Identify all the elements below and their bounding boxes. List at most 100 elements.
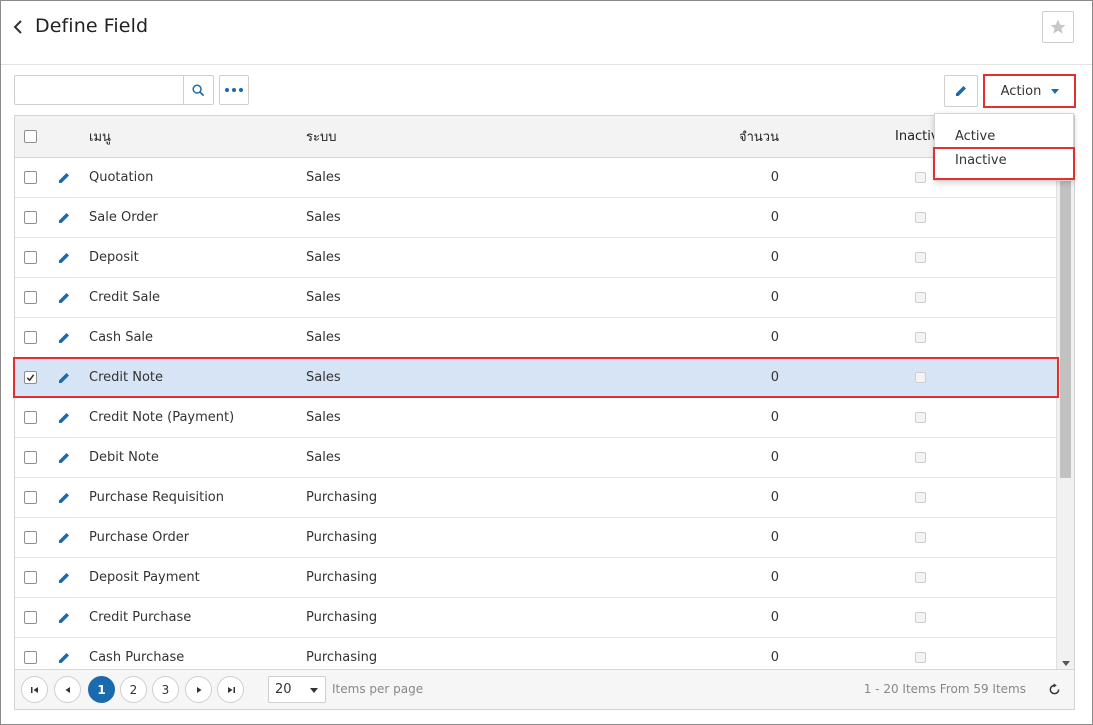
back-button[interactable] [11,17,29,37]
cell-menu: Credit Note (Payment) [89,410,235,425]
table-row[interactable]: Credit Purchase Purchasing 0 [15,598,1056,638]
table-row[interactable]: Quotation Sales 0 [15,158,1056,198]
page-button[interactable]: 3 [152,676,179,703]
table-row[interactable]: Credit Note (Payment) Sales 0 [15,398,1056,438]
row-edit-button[interactable] [57,558,77,597]
cell-quantity: 0 [770,650,779,665]
row-checkbox[interactable] [24,451,37,464]
row-edit-button[interactable] [57,598,77,637]
page-button[interactable]: 1 [88,676,115,703]
table-row[interactable]: Credit Sale Sales 0 [15,278,1056,318]
row-checkbox[interactable] [24,571,37,584]
edit-button[interactable] [944,75,978,107]
row-edit-button[interactable] [57,438,77,477]
row-edit-button[interactable] [57,398,77,437]
table-row[interactable]: Deposit Payment Purchasing 0 [15,558,1056,598]
column-header-menu[interactable]: เมนู [89,126,111,147]
table-row[interactable]: Purchase Order Purchasing 0 [15,518,1056,558]
table-row[interactable]: Credit Note Sales 0 [15,358,1056,398]
row-edit-button[interactable] [57,638,77,670]
inactive-checkbox [914,332,926,343]
column-header-quantity[interactable]: จำนวน [739,126,779,147]
row-checkbox[interactable] [24,371,37,384]
cell-quantity: 0 [770,290,779,305]
scrollbar-thumb[interactable] [1060,172,1071,478]
row-edit-button[interactable] [57,518,77,557]
table-row[interactable]: Cash Purchase Purchasing 0 [15,638,1056,670]
table-row[interactable]: Purchase Requisition Purchasing 0 [15,478,1056,518]
cell-menu: Debit Note [89,450,159,465]
table-row[interactable]: Debit Note Sales 0 [15,438,1056,478]
row-edit-button[interactable] [57,278,77,317]
row-edit-button[interactable] [57,238,77,277]
table-row[interactable]: Cash Sale Sales 0 [15,318,1056,358]
cell-quantity: 0 [770,250,779,265]
more-options-button[interactable] [219,75,249,105]
cell-menu: Deposit [89,250,139,265]
search-input[interactable] [15,76,185,104]
action-dropdown-menu: Active Inactive [934,113,1074,181]
last-page-icon [227,686,235,693]
pencil-icon [59,572,69,583]
row-checkbox[interactable] [24,171,37,184]
page-title: Define Field [35,15,149,37]
row-checkbox[interactable] [24,411,37,424]
row-checkbox[interactable] [24,611,37,624]
table-row[interactable]: Sale Order Sales 0 [15,198,1056,238]
favorite-button[interactable] [1042,11,1074,43]
inactive-checkbox [914,492,926,503]
menu-item-inactive[interactable]: Inactive [935,148,1073,172]
last-page-button[interactable] [217,676,244,703]
inactive-checkbox [914,252,926,263]
row-edit-button[interactable] [57,198,77,237]
cell-quantity: 0 [770,330,779,345]
page-button[interactable]: 2 [120,676,147,703]
row-edit-button[interactable] [57,318,77,357]
pencil-icon [59,612,69,623]
inactive-checkbox [914,172,926,183]
pencil-icon [59,292,69,303]
row-checkbox[interactable] [24,651,37,664]
pencil-icon [59,412,69,423]
action-button[interactable]: Action [986,76,1074,106]
table-row[interactable]: Deposit Sales 0 [15,238,1056,278]
cell-menu: Cash Sale [89,330,154,345]
select-all-checkbox[interactable] [24,130,37,143]
row-checkbox[interactable] [24,251,37,264]
cell-system: Purchasing [306,490,378,505]
column-header-system[interactable]: ระบบ [306,126,336,147]
cell-quantity: 0 [770,370,779,385]
row-edit-button[interactable] [57,478,77,517]
row-edit-button[interactable] [57,158,77,197]
inactive-checkbox [914,372,926,383]
search-button[interactable] [183,76,213,104]
inactive-checkbox [914,572,926,583]
first-page-button[interactable] [21,676,48,703]
pencil-icon [59,252,69,263]
scroll-down-arrow-icon[interactable] [1062,661,1070,666]
row-checkbox[interactable] [24,491,37,504]
cell-system: Sales [306,410,341,425]
pencil-icon [59,492,69,503]
cell-system: Purchasing [306,530,378,545]
row-checkbox[interactable] [24,211,37,224]
first-page-icon [30,686,38,693]
row-edit-button[interactable] [57,358,77,397]
row-checkbox[interactable] [24,331,37,344]
cell-system: Sales [306,250,341,265]
action-label: Action [1000,83,1042,99]
row-checkbox[interactable] [24,531,37,544]
row-checkbox[interactable] [24,291,37,304]
next-page-button[interactable] [185,676,212,703]
pencil-icon [59,372,69,383]
refresh-button[interactable] [1046,681,1062,697]
checkmark-icon [26,374,35,382]
vertical-scrollbar[interactable] [1056,158,1074,670]
page-size-select[interactable]: 20 [268,676,326,703]
caret-down-icon [310,688,318,693]
pencil-icon [59,172,69,183]
search-icon [192,83,205,96]
prev-page-button[interactable] [54,676,81,703]
more-dot [232,88,236,92]
menu-item-active[interactable]: Active [935,124,1073,148]
